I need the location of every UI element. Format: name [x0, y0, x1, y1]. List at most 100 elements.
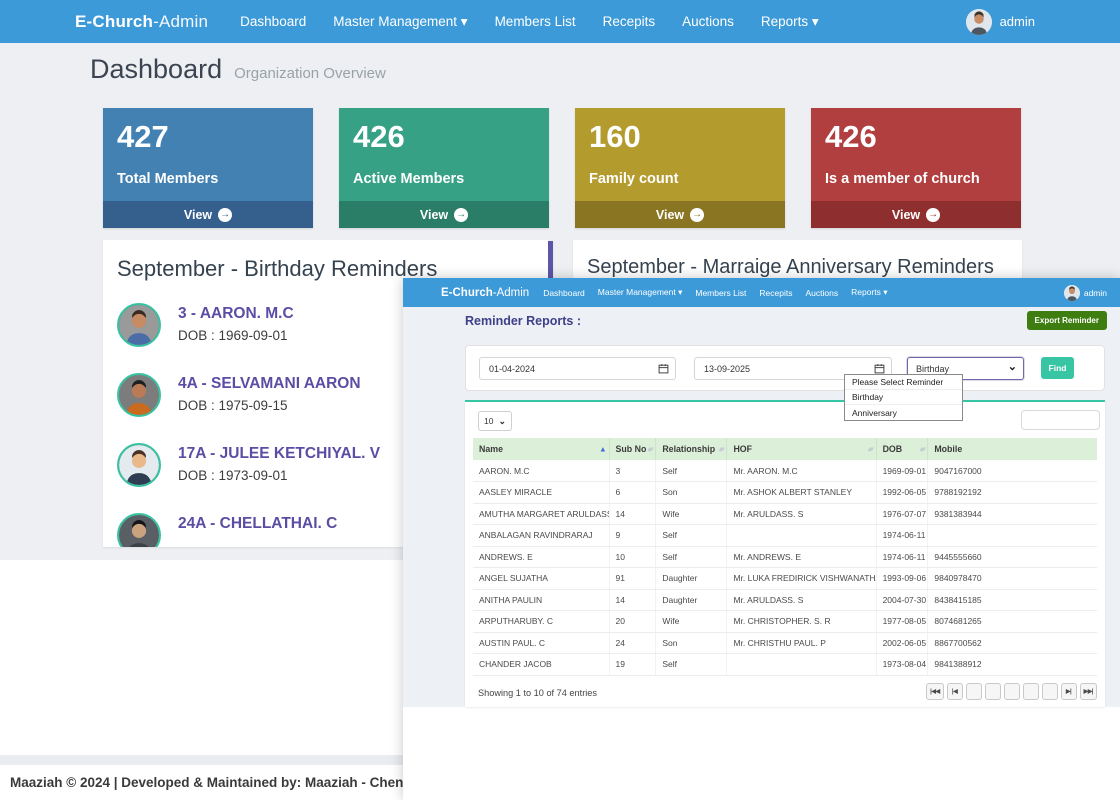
calendar-icon: [874, 363, 885, 374]
overlay-nav-item[interactable]: Master Management ▾: [598, 287, 683, 298]
nav-item[interactable]: Dashboard: [240, 14, 306, 29]
reminder-type-value: Birthday: [916, 364, 949, 374]
member-name-link[interactable]: 3 - AARON. M.C: [178, 303, 294, 323]
cell-name: CHANDER JACOB: [473, 654, 609, 676]
find-button[interactable]: Find: [1041, 357, 1074, 379]
cell-mobile: 9840978470: [928, 568, 1097, 590]
sort-icon[interactable]: ▴▾: [868, 445, 873, 453]
table-row: ARPUTHARUBY. C 20 Wife Mr. CHRISTOPHER. …: [473, 611, 1097, 633]
cell-relationship: Son: [656, 482, 727, 504]
cell-sub-no: 24: [609, 632, 656, 654]
stat-card-body: 427 Total Members: [103, 108, 313, 201]
stat-view-button[interactable]: View →: [103, 201, 313, 228]
overlay-nav-item-label: Reports ▾: [851, 287, 887, 297]
table-column-header[interactable]: HOF ▴▾: [727, 438, 876, 460]
nav-item[interactable]: Master Management ▾: [333, 14, 467, 30]
cell-mobile: 8438415185: [928, 589, 1097, 611]
sort-icon[interactable]: ▴▾: [719, 445, 724, 453]
member-avatar: [117, 373, 161, 417]
sort-icon[interactable]: ▴▾: [920, 445, 925, 453]
stat-value: 426: [353, 121, 535, 154]
stat-view-button[interactable]: View →: [339, 201, 549, 228]
brand-bold: E-Church: [75, 12, 153, 31]
last-page-button[interactable]: ▶▶|: [1080, 683, 1097, 700]
dropdown-option-label: Please Select Reminder: [852, 377, 943, 387]
nav-item[interactable]: Reports ▾: [761, 14, 819, 30]
stat-value: 426: [825, 121, 1007, 154]
cell-relationship: Son: [656, 632, 727, 654]
overlay-nav-item[interactable]: Members List: [695, 288, 746, 298]
reminder-reports-title: Reminder Reports :: [465, 314, 581, 328]
table-column-header[interactable]: DOB ▴▾: [876, 438, 928, 460]
from-date-input[interactable]: [479, 357, 676, 380]
page-number-button[interactable]: [985, 683, 1001, 700]
overlay-nav-item[interactable]: Dashboard: [543, 288, 585, 298]
overlay-user-menu[interactable]: admin: [1064, 285, 1107, 301]
cell-relationship: Wife: [656, 611, 727, 633]
overlay-nav-item-label: Auctions: [805, 288, 838, 298]
brand-logo[interactable]: E-Church-Admin: [75, 12, 208, 32]
table-column-header[interactable]: Name ▲: [473, 438, 609, 460]
cell-mobile: 9788192192: [928, 482, 1097, 504]
page-number-button[interactable]: [1004, 683, 1020, 700]
table-summary: Showing 1 to 10 of 74 entries: [478, 688, 597, 698]
stat-view-button[interactable]: View →: [811, 201, 1021, 228]
cell-hof: Mr. ARULDASS. S: [727, 503, 876, 525]
dropdown-option[interactable]: Anniversary: [845, 405, 962, 420]
overlay-nav-item[interactable]: Reports ▾: [851, 287, 887, 298]
cell-dob: 1969-09-01: [876, 460, 928, 482]
table-search-input[interactable]: [1021, 410, 1100, 430]
nav-item-label: Recepits: [603, 14, 656, 29]
page-number-button[interactable]: [966, 683, 982, 700]
cell-relationship: Self: [656, 546, 727, 568]
column-label: Mobile: [934, 444, 962, 454]
stat-label: Family count: [589, 171, 771, 187]
member-name-link[interactable]: 24A - CHELLATHAI. C: [178, 513, 337, 533]
arrow-circle-icon: →: [454, 208, 468, 222]
prev-page-button[interactable]: |◀: [947, 683, 963, 700]
page-head: Dashboard Organization Overview: [90, 54, 386, 85]
first-page-button[interactable]: |◀◀: [926, 683, 943, 700]
overlay-brand-light: -Admin: [493, 287, 529, 299]
member-name-link[interactable]: 4A - SELVAMANI AARON: [178, 373, 361, 393]
table-column-header[interactable]: Sub No ▴▾: [609, 438, 656, 460]
export-reminder-button[interactable]: Export Reminder: [1027, 311, 1107, 330]
nav-item[interactable]: Auctions: [682, 14, 734, 29]
stat-card-body: 426 Active Members: [339, 108, 549, 201]
column-label: Name: [479, 444, 503, 454]
page-number-button[interactable]: [1023, 683, 1039, 700]
user-menu[interactable]: admin: [966, 9, 1035, 35]
cell-relationship: Self: [656, 654, 727, 676]
nav-item[interactable]: Recepits: [603, 14, 656, 29]
cell-hof: Mr. ASHOK ALBERT STANLEY: [727, 482, 876, 504]
table-row: CHANDER JACOB 19 Self 1973-08-04 9841388…: [473, 654, 1097, 676]
overlay-nav-item[interactable]: Auctions: [805, 288, 838, 298]
cell-name: ANBALAGAN RAVINDRARAJ: [473, 525, 609, 547]
overlay-nav-item[interactable]: Recepits: [759, 288, 792, 298]
view-label: View: [184, 208, 212, 222]
dropdown-option[interactable]: Please Select Reminder: [845, 375, 962, 390]
table-column-header[interactable]: Mobile: [928, 438, 1097, 460]
nav-item-label: Master Management ▾: [333, 14, 467, 29]
dropdown-option[interactable]: Birthday: [845, 390, 962, 405]
member-dob: DOB : 1973-09-01: [178, 468, 380, 483]
sort-icon[interactable]: ▲: [599, 445, 605, 454]
page-number-button[interactable]: [1042, 683, 1058, 700]
table-row: ANITHA PAULIN 14 Daughter Mr. ARULDASS. …: [473, 589, 1097, 611]
main-nav-items: Dashboard Master Management ▾ Members List…: [240, 14, 965, 30]
overlay-nav-item-label: Members List: [695, 288, 746, 298]
dropdown-option-label: Anniversary: [852, 408, 897, 418]
main-navbar: E-Church-Admin Dashboard Master Managemen…: [0, 0, 1120, 43]
cell-hof: Mr. LUKA FREDIRICK VISHWANATHAN: [727, 568, 876, 590]
cell-dob: 1977-08-05: [876, 611, 928, 633]
overlay-username-label: admin: [1084, 288, 1107, 298]
sort-icon[interactable]: ▴▾: [648, 445, 653, 453]
page-size-select[interactable]: 10 ⌄: [478, 411, 512, 431]
overlay-brand-logo[interactable]: E-Church-Admin: [441, 287, 529, 299]
table-column-header[interactable]: Relationship ▴▾: [656, 438, 727, 460]
nav-item[interactable]: Members List: [495, 14, 576, 29]
member-name-link[interactable]: 17A - JULEE KETCHIYAL. V: [178, 443, 380, 463]
stat-view-button[interactable]: View →: [575, 201, 785, 228]
next-page-button[interactable]: ▶|: [1061, 683, 1077, 700]
cell-sub-no: 91: [609, 568, 656, 590]
